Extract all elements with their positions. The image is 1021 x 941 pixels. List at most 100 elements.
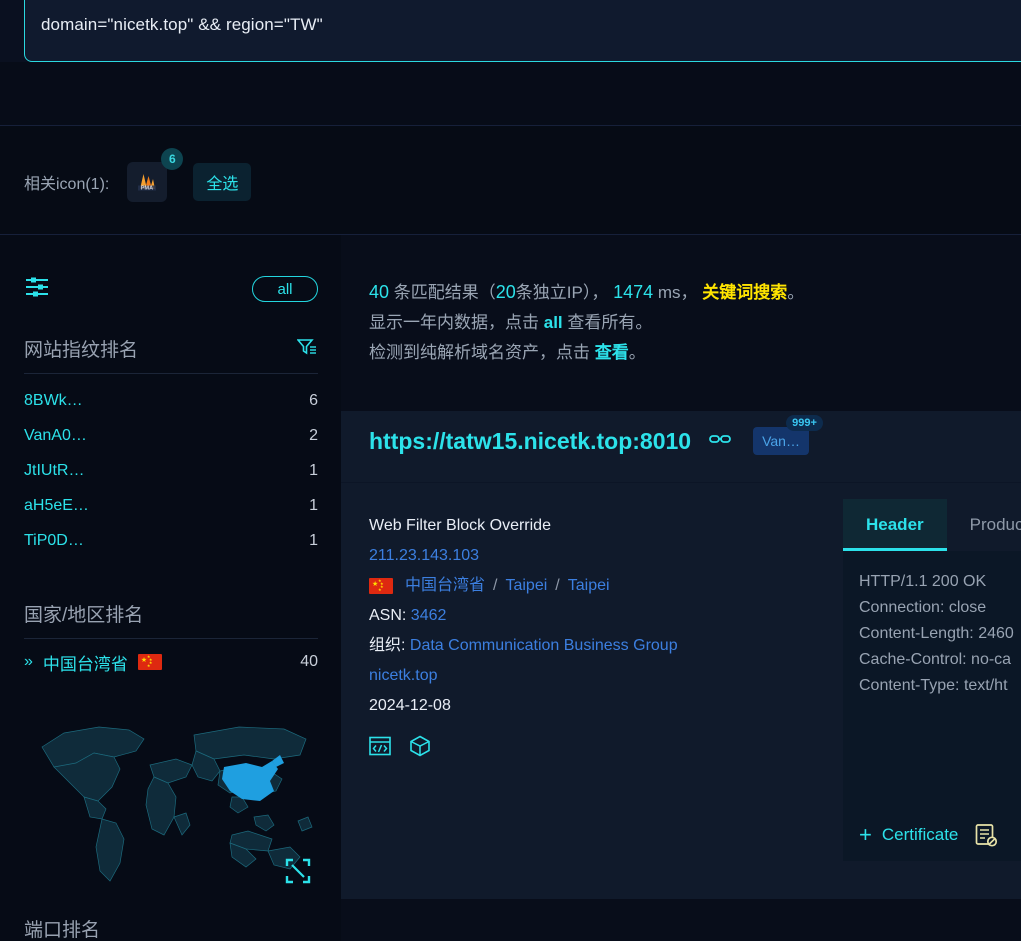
product-tag[interactable]: Van… 999+ bbox=[753, 415, 823, 455]
result-action-icons bbox=[369, 735, 839, 757]
all-filter-pill[interactable]: all bbox=[252, 276, 318, 302]
country-name[interactable]: 中国台湾省 bbox=[43, 650, 128, 675]
fingerprint-row[interactable]: VanA0… 2 bbox=[24, 418, 318, 453]
summary-search-mode: 关键词搜索 bbox=[702, 283, 788, 302]
summary-text-b: 条独立IP）， bbox=[515, 283, 609, 302]
fingerprint-count: 1 bbox=[309, 531, 318, 549]
result-ip-link[interactable]: 211.23.143.103 bbox=[369, 547, 479, 564]
sidebar-header: all bbox=[24, 271, 318, 307]
pma-glyph: PMA bbox=[138, 174, 157, 192]
fingerprint-count: 1 bbox=[309, 461, 318, 479]
tab-product[interactable]: Product bbox=[947, 499, 1021, 551]
certificate-label[interactable]: Certificate bbox=[882, 825, 959, 845]
result-region-link[interactable]: 中国台湾省 bbox=[405, 571, 485, 601]
header-panel: Header Product HTTP/1.1 200 OK Connectio… bbox=[843, 499, 1021, 861]
result-details: Web Filter Block Override 211.23.143.103… bbox=[369, 511, 839, 757]
result-domain-line: nicetk.top bbox=[369, 661, 839, 691]
fingerprint-name[interactable]: TiP0D… bbox=[24, 532, 84, 550]
summary-view-link[interactable]: 查看 bbox=[595, 343, 629, 362]
result-ip-line: 211.23.143.103 bbox=[369, 541, 839, 571]
result-card: https://tatw15.nicetk.top:8010 Van… 999+… bbox=[341, 411, 1021, 899]
result-org-line: 组织: Data Communication Business Group bbox=[369, 631, 839, 661]
fingerprint-section-title: 网站指纹排名 bbox=[24, 340, 139, 361]
fingerprint-count: 1 bbox=[309, 496, 318, 514]
summary-text-d: 。 bbox=[787, 283, 805, 302]
country-count: 40 bbox=[300, 653, 318, 670]
fingerprint-rule bbox=[24, 373, 318, 374]
summary-line-2: 显示一年内数据，点击 all 查看所有。 bbox=[369, 308, 1009, 338]
geo-separator: / bbox=[493, 577, 498, 594]
summary-line-1: 40 条匹配结果（20条独立IP）， 1474 ms， 关键词搜索。 bbox=[369, 277, 1009, 308]
fingerprint-count: 2 bbox=[309, 426, 318, 444]
card-separator bbox=[341, 482, 1021, 483]
funnel-icon[interactable] bbox=[296, 338, 317, 361]
result-asn-link[interactable]: 3462 bbox=[411, 607, 447, 624]
cube-icon[interactable] bbox=[409, 735, 431, 757]
code-window-icon[interactable] bbox=[369, 736, 391, 756]
result-title: Web Filter Block Override bbox=[369, 517, 551, 534]
top-gap bbox=[0, 62, 1021, 125]
product-tag-label[interactable]: Van… bbox=[753, 427, 809, 455]
result-domain-link[interactable]: nicetk.top bbox=[369, 667, 437, 684]
summary-l3-text-b: 。 bbox=[628, 343, 646, 362]
geo-separator: / bbox=[555, 577, 560, 594]
document-blocked-icon[interactable] bbox=[974, 823, 998, 847]
fingerprint-row[interactable]: JtIUtR… 1 bbox=[24, 453, 318, 488]
summary-total-count: 40 bbox=[369, 282, 390, 302]
fingerprint-name[interactable]: JtIUtR… bbox=[24, 462, 84, 480]
result-asn-line: ASN: 3462 bbox=[369, 601, 839, 631]
fingerprint-name[interactable]: 8BWk… bbox=[24, 392, 83, 410]
favicon-item[interactable]: PMA 6 bbox=[127, 148, 184, 202]
fingerprint-name[interactable]: aH5eE… bbox=[24, 497, 89, 515]
chain-link-icon[interactable] bbox=[709, 432, 731, 451]
sidebar: all 网站指纹排名 8BWk… 6 VanA0… 2 JtIUtR… 1 aH… bbox=[0, 235, 341, 941]
summary-text-a: 条匹配结果（ bbox=[393, 283, 496, 302]
tab-header[interactable]: Header bbox=[843, 499, 947, 551]
world-map-svg bbox=[24, 705, 320, 895]
chevron-double-right-icon: » bbox=[24, 653, 33, 670]
result-geo-line: ★ ★ ★ ★ ★ 中国台湾省 / Taipei / Taipei bbox=[369, 571, 839, 601]
fingerprint-row[interactable]: TiP0D… 1 bbox=[24, 523, 318, 558]
summary-l2-text-a: 显示一年内数据，点击 bbox=[369, 313, 539, 332]
port-section-title: 端口排名 bbox=[24, 920, 101, 941]
fingerprint-name[interactable]: VanA0… bbox=[24, 427, 87, 445]
summary-unique-ip: 20 bbox=[495, 282, 516, 302]
asn-label: ASN: bbox=[369, 607, 407, 624]
result-card-header: https://tatw15.nicetk.top:8010 Van… 999+ bbox=[369, 415, 823, 455]
result-district-link[interactable]: Taipei bbox=[568, 571, 610, 601]
svg-text:PMA: PMA bbox=[141, 186, 153, 192]
related-icon-row: 相关icon(1): PMA 6 全选 bbox=[0, 126, 1021, 234]
fullscreen-icon[interactable] bbox=[284, 857, 312, 885]
summary-line-3: 检测到纯解析域名资产，点击 查看。 bbox=[369, 338, 1009, 368]
certificate-row[interactable]: + Certificate bbox=[843, 809, 1021, 861]
result-org-link[interactable]: Data Communication Business Group bbox=[410, 637, 678, 654]
select-all-button[interactable]: 全选 bbox=[193, 163, 252, 201]
country-section-title: 国家/地区排名 bbox=[24, 605, 144, 626]
cn-flag-icon: ★ ★ ★ ★ ★ bbox=[369, 578, 393, 594]
plus-icon: + bbox=[859, 822, 872, 847]
summary-l3-text-a: 检测到纯解析域名资产，点击 bbox=[369, 343, 590, 362]
sliders-icon[interactable] bbox=[24, 276, 50, 303]
country-row[interactable]: » 中国台湾省 ★ ★ ★ ★ ★ 40 bbox=[24, 645, 318, 679]
result-city-link[interactable]: Taipei bbox=[505, 571, 547, 601]
main-content: 40 条匹配结果（20条独立IP）， 1474 ms， 关键词搜索。 显示一年内… bbox=[341, 235, 1021, 941]
country-rule bbox=[24, 638, 318, 639]
summary-elapsed-ms: 1474 bbox=[613, 282, 654, 302]
header-panel-tabs: Header Product bbox=[843, 499, 1021, 551]
org-label: 组织: bbox=[369, 637, 406, 654]
result-url-link[interactable]: https://tatw15.nicetk.top:8010 bbox=[369, 428, 691, 455]
phpmyadmin-icon[interactable]: PMA bbox=[127, 162, 168, 202]
related-icon-label: 相关icon(1): bbox=[24, 176, 110, 193]
cn-flag-icon: ★ ★ ★ ★ ★ bbox=[137, 654, 162, 670]
summary-l2-text-b: 查看所有。 bbox=[567, 313, 653, 332]
summary-all-link[interactable]: all bbox=[544, 313, 563, 332]
world-map[interactable] bbox=[24, 705, 320, 895]
http-header-content: HTTP/1.1 200 OK Connection: close Conten… bbox=[859, 573, 1014, 694]
fingerprint-row[interactable]: aH5eE… 1 bbox=[24, 488, 318, 523]
fingerprint-row[interactable]: 8BWk… 6 bbox=[24, 383, 318, 418]
page-root: domain="nicetk.top" && region="TW" 相关ico… bbox=[0, 0, 1021, 941]
result-date: 2024-12-08 bbox=[369, 697, 451, 714]
search-input[interactable]: domain="nicetk.top" && region="TW" bbox=[24, 0, 1021, 62]
favicon-count-badge: 6 bbox=[161, 148, 184, 170]
header-panel-body: HTTP/1.1 200 OK Connection: close Conten… bbox=[843, 551, 1021, 861]
